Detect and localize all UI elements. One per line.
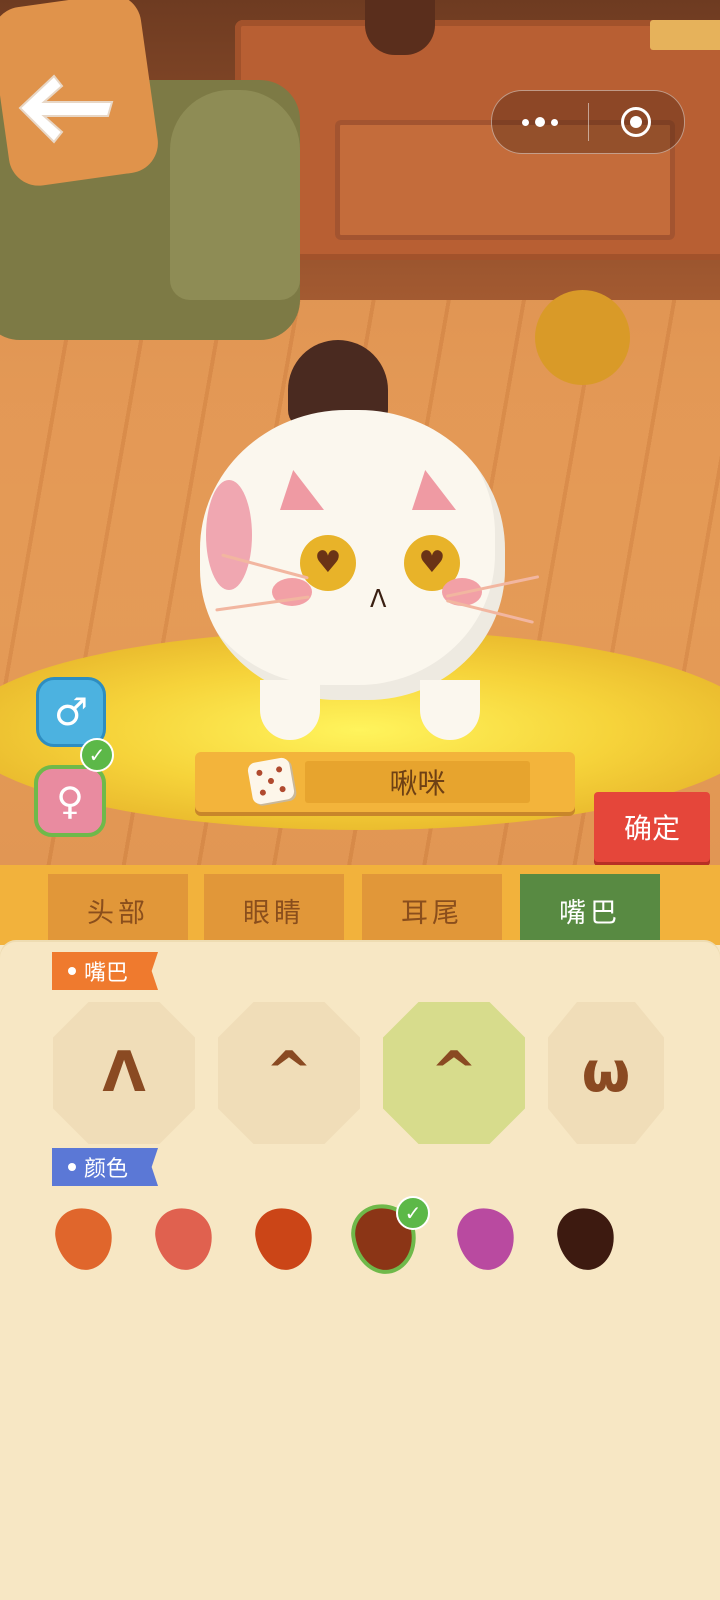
- cat-foot-left: [260, 680, 320, 740]
- mouth-option-1[interactable]: ᐱ: [53, 1002, 195, 1144]
- pet-name-input[interactable]: 啾咪: [305, 761, 530, 803]
- section-title-color: 颜色: [52, 1148, 159, 1186]
- check-icon: ✓: [396, 1196, 430, 1230]
- section-title-mouth: 嘴巴: [52, 952, 159, 990]
- gender-male-button[interactable]: ♂: [36, 677, 106, 747]
- cat-mouth: ᐱ: [370, 585, 387, 613]
- tab-ears-tail[interactable]: 耳尾: [362, 874, 502, 946]
- male-icon: ♂: [53, 690, 89, 734]
- random-name-button[interactable]: [246, 756, 296, 806]
- close-target-icon: [621, 107, 652, 137]
- mouth-option-4[interactable]: ω: [548, 1002, 664, 1144]
- tab-mouth[interactable]: 嘴巴: [520, 874, 660, 946]
- dice-icon: [255, 769, 263, 777]
- miniprogram-capsule: [491, 90, 685, 154]
- check-icon: ✓: [80, 738, 114, 772]
- close-button[interactable]: [589, 91, 685, 153]
- cat-eye-left: ♥: [300, 535, 356, 591]
- name-banner: 啾咪: [195, 752, 575, 812]
- gender-female-button[interactable]: ♀: [34, 765, 106, 837]
- more-dots-icon: [521, 118, 529, 126]
- book: [650, 20, 720, 50]
- vase: [365, 0, 435, 55]
- mouth-option-2[interactable]: ^: [218, 1002, 360, 1144]
- back-button[interactable]: [16, 72, 116, 144]
- female-icon: ♀: [56, 779, 84, 823]
- mouth-option-3[interactable]: ^: [383, 1002, 525, 1144]
- cat-side-patch: [206, 480, 252, 590]
- confirm-button[interactable]: 确定: [594, 792, 710, 862]
- cat-foot-right: [420, 680, 480, 740]
- pet-cat[interactable]: ♥ ♥ ᐱ: [200, 340, 540, 740]
- tab-eyes[interactable]: 眼睛: [204, 874, 344, 946]
- tab-head[interactable]: 头部: [48, 874, 188, 946]
- more-button[interactable]: [492, 91, 588, 153]
- sofa-arm: [170, 90, 300, 300]
- back-arrow-icon: [18, 74, 114, 144]
- yarn-ball: [535, 290, 630, 385]
